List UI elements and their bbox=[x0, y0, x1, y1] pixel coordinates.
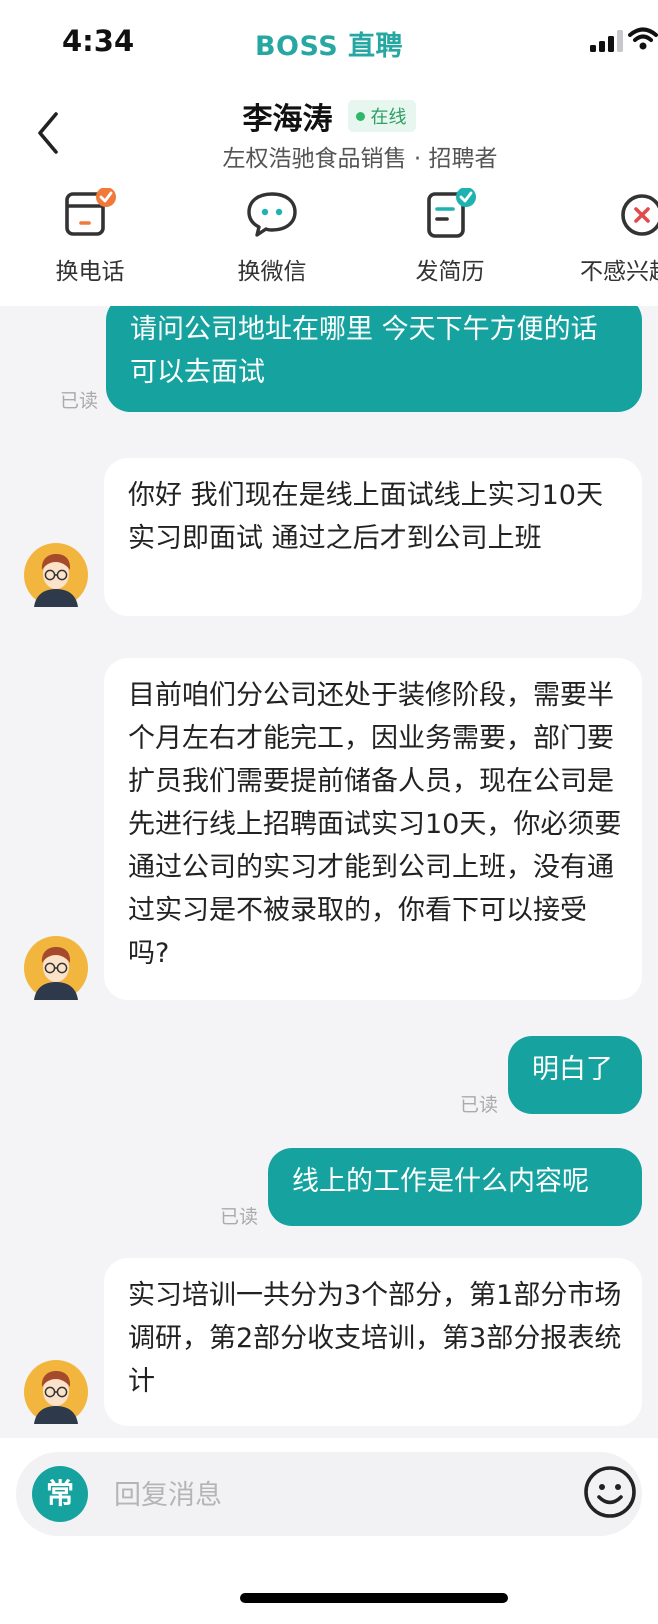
online-label: 在线 bbox=[370, 107, 407, 128]
message-bubble-sent[interactable]: 线上的工作是什么内容呢 bbox=[268, 1148, 642, 1226]
top-bar: 4:34 BOSS 直聘 李海涛 在线 左权浩驰食品销售 · 招聘者 换电话 换… bbox=[0, 0, 658, 306]
quick-reply-button[interactable]: 常 bbox=[32, 1466, 88, 1522]
message-input-bar: 常 bbox=[0, 1438, 658, 1624]
swap-phone-button[interactable]: 换电话 bbox=[15, 188, 165, 286]
not-interested-icon bbox=[621, 194, 658, 236]
home-indicator bbox=[240, 1593, 508, 1603]
app-brand: BOSS 直聘 bbox=[254, 31, 404, 62]
emoji-icon[interactable] bbox=[582, 1464, 638, 1520]
swap-wechat-label: 换微信 bbox=[237, 259, 307, 285]
send-resume-label: 发简历 bbox=[415, 259, 485, 285]
message-bubble-sent[interactable]: 明白了 bbox=[508, 1036, 642, 1114]
status-bar: 4:34 BOSS 直聘 bbox=[0, 0, 658, 90]
send-resume-button[interactable]: 发简历 bbox=[375, 188, 525, 286]
wechat-icon bbox=[247, 192, 297, 237]
online-badge: 在线 bbox=[347, 100, 416, 132]
swap-wechat-button[interactable]: 换微信 bbox=[197, 188, 347, 286]
resume-icon bbox=[427, 188, 476, 238]
message-bubble-received[interactable]: 你好 我们现在是线上面试线上实习10天 实习即面试 通过之后才到公司上班 bbox=[104, 458, 642, 616]
message-bubble-received[interactable]: 目前咱们分公司还处于装修阶段，需要半个月左右才能完工，因业务需要，部门要扩员我们… bbox=[104, 658, 642, 1000]
message-bubble-sent[interactable]: 请问公司地址在哪里 今天下午方便的话可以去面试 bbox=[106, 306, 642, 412]
message-input-box: 常 bbox=[16, 1452, 642, 1536]
wifi-icon bbox=[628, 27, 658, 50]
contact-subtitle: 左权浩驰食品销售 · 招聘者 bbox=[222, 146, 498, 172]
recruiter-avatar[interactable] bbox=[24, 936, 88, 1000]
read-receipt: 已读 bbox=[220, 1206, 259, 1228]
online-dot-icon bbox=[355, 111, 365, 121]
read-receipt: 已读 bbox=[60, 390, 99, 412]
phone-swap-icon bbox=[65, 188, 116, 236]
contact-title: 李海涛 在线 bbox=[0, 94, 658, 138]
read-receipt: 已读 bbox=[460, 1094, 499, 1116]
message-input[interactable] bbox=[112, 1468, 536, 1522]
signal-icon bbox=[590, 30, 623, 52]
not-interested-button[interactable]: 不感兴趣 bbox=[580, 188, 658, 286]
swap-phone-label: 换电话 bbox=[55, 259, 125, 285]
message-bubble-received[interactable]: 实习培训一共分为3个部分，第1部分市场调研，第2部分收支培训，第3部分报表统计 bbox=[104, 1258, 642, 1426]
not-interested-label: 不感兴趣 bbox=[580, 259, 658, 285]
contact-name: 李海涛 bbox=[242, 102, 333, 137]
recruiter-avatar[interactable] bbox=[24, 1360, 88, 1424]
chat-messages[interactable]: 请问公司地址在哪里 今天下午方便的话可以去面试 已读 你好 我们现在是线上面试线… bbox=[0, 306, 658, 1438]
recruiter-avatar[interactable] bbox=[24, 543, 88, 607]
